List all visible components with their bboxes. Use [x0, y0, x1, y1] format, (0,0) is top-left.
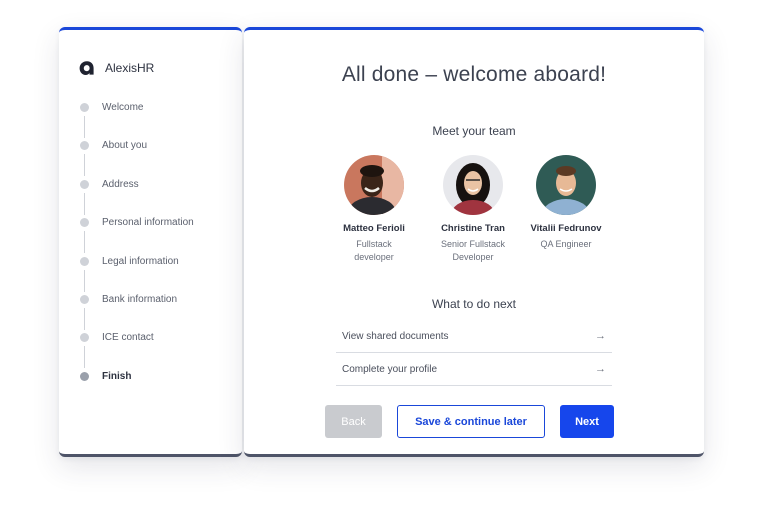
todo-view-shared-documents[interactable]: View shared documents → [336, 320, 612, 353]
todo-label: Complete your profile [342, 363, 438, 375]
todo-complete-profile[interactable]: Complete your profile → [336, 353, 612, 386]
team-member[interactable]: Vitalii Fedrunov QA Engineer [520, 155, 612, 251]
member-role-line: Fullstack [356, 239, 392, 249]
team-member[interactable]: Christine Tran Senior Fullstack Develope… [427, 155, 519, 263]
member-role: Senior Fullstack Developer [427, 238, 519, 263]
avatar [443, 155, 503, 215]
member-name: Matteo Ferioli [343, 223, 405, 234]
member-role: QA Engineer [520, 238, 612, 251]
step-label: ICE contact [102, 332, 154, 344]
back-button[interactable]: Back [325, 405, 382, 438]
avatar-photo-icon [344, 155, 404, 215]
member-role-line: Developer [452, 251, 494, 262]
step-dot-icon [80, 103, 89, 112]
step-personal-information[interactable]: Personal information [80, 217, 194, 255]
arrow-right-icon: → [595, 330, 606, 342]
main-card: All done – welcome aboard! Meet your tea… [244, 27, 704, 457]
page-title: All done – welcome aboard! [341, 63, 607, 86]
step-bank-information[interactable]: Bank information [80, 294, 194, 332]
avatar-photo-icon [536, 155, 596, 215]
avatar [344, 155, 404, 215]
step-welcome[interactable]: Welcome [80, 102, 194, 140]
step-address[interactable]: Address [80, 179, 194, 217]
step-legal-information[interactable]: Legal information [80, 256, 194, 294]
step-ice-contact[interactable]: ICE contact [80, 332, 194, 370]
onboarding-screen: AlexisHR Welcome About you Address Perso… [0, 0, 772, 524]
todo-list: View shared documents → Complete your pr… [336, 320, 612, 386]
step-connector [84, 192, 85, 215]
brand-name: AlexisHR [105, 61, 155, 75]
step-label: Bank information [102, 293, 178, 305]
team-list: Matteo Ferioli Fullstack developer Chris… [334, 155, 614, 270]
member-name: Christine Tran [441, 223, 505, 234]
step-dot-icon [80, 333, 89, 343]
team-member[interactable]: Matteo Ferioli Fullstack developer [328, 155, 420, 263]
step-about-you[interactable]: About you [80, 140, 194, 178]
brand: AlexisHR [78, 59, 154, 77]
step-label: Welcome [102, 102, 144, 113]
step-label: Address [102, 178, 139, 190]
step-connector [84, 307, 85, 330]
team-heading: Meet your team [432, 124, 516, 138]
step-connector [84, 154, 85, 177]
member-role: Fullstack developer [328, 238, 420, 263]
todo-label: View shared documents [342, 330, 449, 342]
step-label: About you [102, 140, 148, 152]
step-connector [84, 231, 85, 254]
step-dot-icon [80, 179, 89, 189]
step-label: Finish [102, 370, 132, 382]
steps-sidebar: AlexisHR Welcome About you Address Perso… [59, 27, 242, 457]
step-dot-icon [80, 256, 89, 266]
next-button[interactable]: Next [560, 405, 614, 438]
member-role-line: Senior Fullstack [440, 239, 506, 249]
step-list: Welcome About you Address Personal infor… [80, 102, 194, 409]
member-role-line: developer [354, 251, 394, 262]
step-finish[interactable]: Finish [80, 371, 194, 409]
alexishr-logo-icon [79, 61, 94, 75]
step-dot-icon [80, 218, 89, 228]
next-heading: What to do next [431, 297, 517, 311]
avatar-photo-icon [443, 155, 503, 215]
step-dot-icon [80, 371, 89, 381]
step-dot-icon [80, 294, 89, 304]
step-connector [84, 116, 85, 138]
save-continue-later-button[interactable]: Save & continue later [397, 405, 545, 438]
step-label: Personal information [102, 217, 194, 229]
step-dot-icon [80, 141, 89, 151]
step-connector [84, 269, 85, 292]
member-name: Vitalii Fedrunov [530, 223, 602, 234]
member-role-line: QA Engineer [540, 239, 592, 249]
step-connector [84, 346, 85, 369]
avatar [536, 155, 596, 215]
step-label: Legal information [102, 255, 179, 267]
arrow-right-icon: → [595, 363, 606, 375]
